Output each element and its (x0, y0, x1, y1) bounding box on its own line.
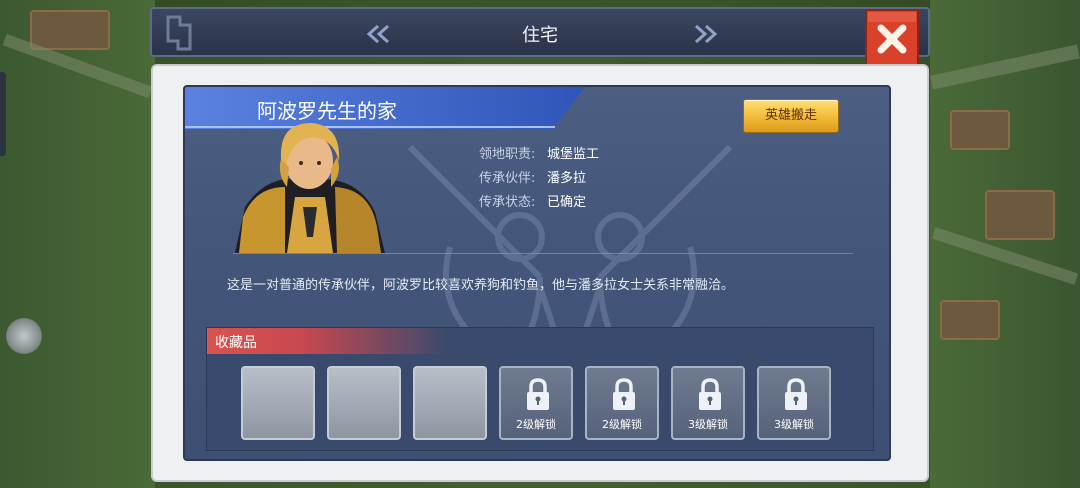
collection-section: 收藏品 2级解锁 2级解锁 3级解锁 3级解锁 (206, 327, 874, 451)
info-value: 城堡监工 (547, 147, 600, 162)
lock-icon (699, 378, 721, 410)
collection-header: 收藏品 (207, 328, 447, 354)
info-value: 潘多拉 (547, 171, 587, 186)
house-info: 领地职责: 城堡监工 传承伙伴: 潘多拉 传承状态: 已确定 (479, 143, 599, 215)
title-bar: 住宅 (150, 7, 930, 57)
info-key: 传承状态: (479, 195, 536, 210)
collection-slot[interactable] (327, 366, 401, 440)
info-row-partner: 传承伙伴: 潘多拉 (479, 167, 599, 191)
house-panel: 阿波罗先生的家 英雄搬走 领地职责: 城堡监工 传承伙伴: 潘多拉 传承状态: 已确定… (183, 85, 891, 461)
house-description: 这是一对普通的传承伙伴，阿波罗比较喜欢养狗和钓鱼，他与潘多拉女士关系非常融洽。 (227, 278, 735, 293)
hero-move-out-button[interactable]: 英雄搬走 (743, 99, 839, 133)
collection-slot[interactable] (241, 366, 315, 440)
map-orb-icon[interactable] (6, 318, 42, 354)
unlock-level-label: 3级解锁 (774, 418, 814, 431)
collection-slot-locked[interactable]: 3级解锁 (757, 366, 831, 440)
collection-slot-locked[interactable]: 2级解锁 (585, 366, 659, 440)
unlock-level-label: 3级解锁 (688, 418, 728, 431)
info-row-status: 传承状态: 已确定 (479, 191, 599, 215)
lock-icon (613, 378, 635, 410)
hero-portrait (235, 123, 385, 253)
background-building (30, 10, 110, 50)
info-key: 领地职责: (479, 147, 536, 162)
background-building (985, 190, 1055, 240)
info-value: 已确定 (547, 195, 587, 210)
double-chevron-right-icon (695, 24, 718, 44)
background-building (940, 300, 1000, 340)
lock-icon (527, 378, 549, 410)
section-divider (233, 253, 853, 254)
side-drawer-handle[interactable] (0, 72, 6, 156)
collection-slot[interactable] (413, 366, 487, 440)
lock-icon (785, 378, 807, 410)
collection-slot-locked[interactable]: 2级解锁 (499, 366, 573, 440)
unlock-level-label: 2级解锁 (516, 418, 556, 431)
collection-slot-locked[interactable]: 3级解锁 (671, 366, 745, 440)
info-row-duty: 领地职责: 城堡监工 (479, 143, 599, 167)
background-building (950, 110, 1010, 150)
unlock-level-label: 2级解锁 (602, 418, 642, 431)
window-title: 住宅 (522, 25, 558, 46)
background-left (0, 0, 155, 488)
collection-title: 收藏品 (215, 335, 257, 351)
next-house-button[interactable] (692, 23, 720, 45)
info-key: 传承伙伴: (479, 171, 536, 186)
